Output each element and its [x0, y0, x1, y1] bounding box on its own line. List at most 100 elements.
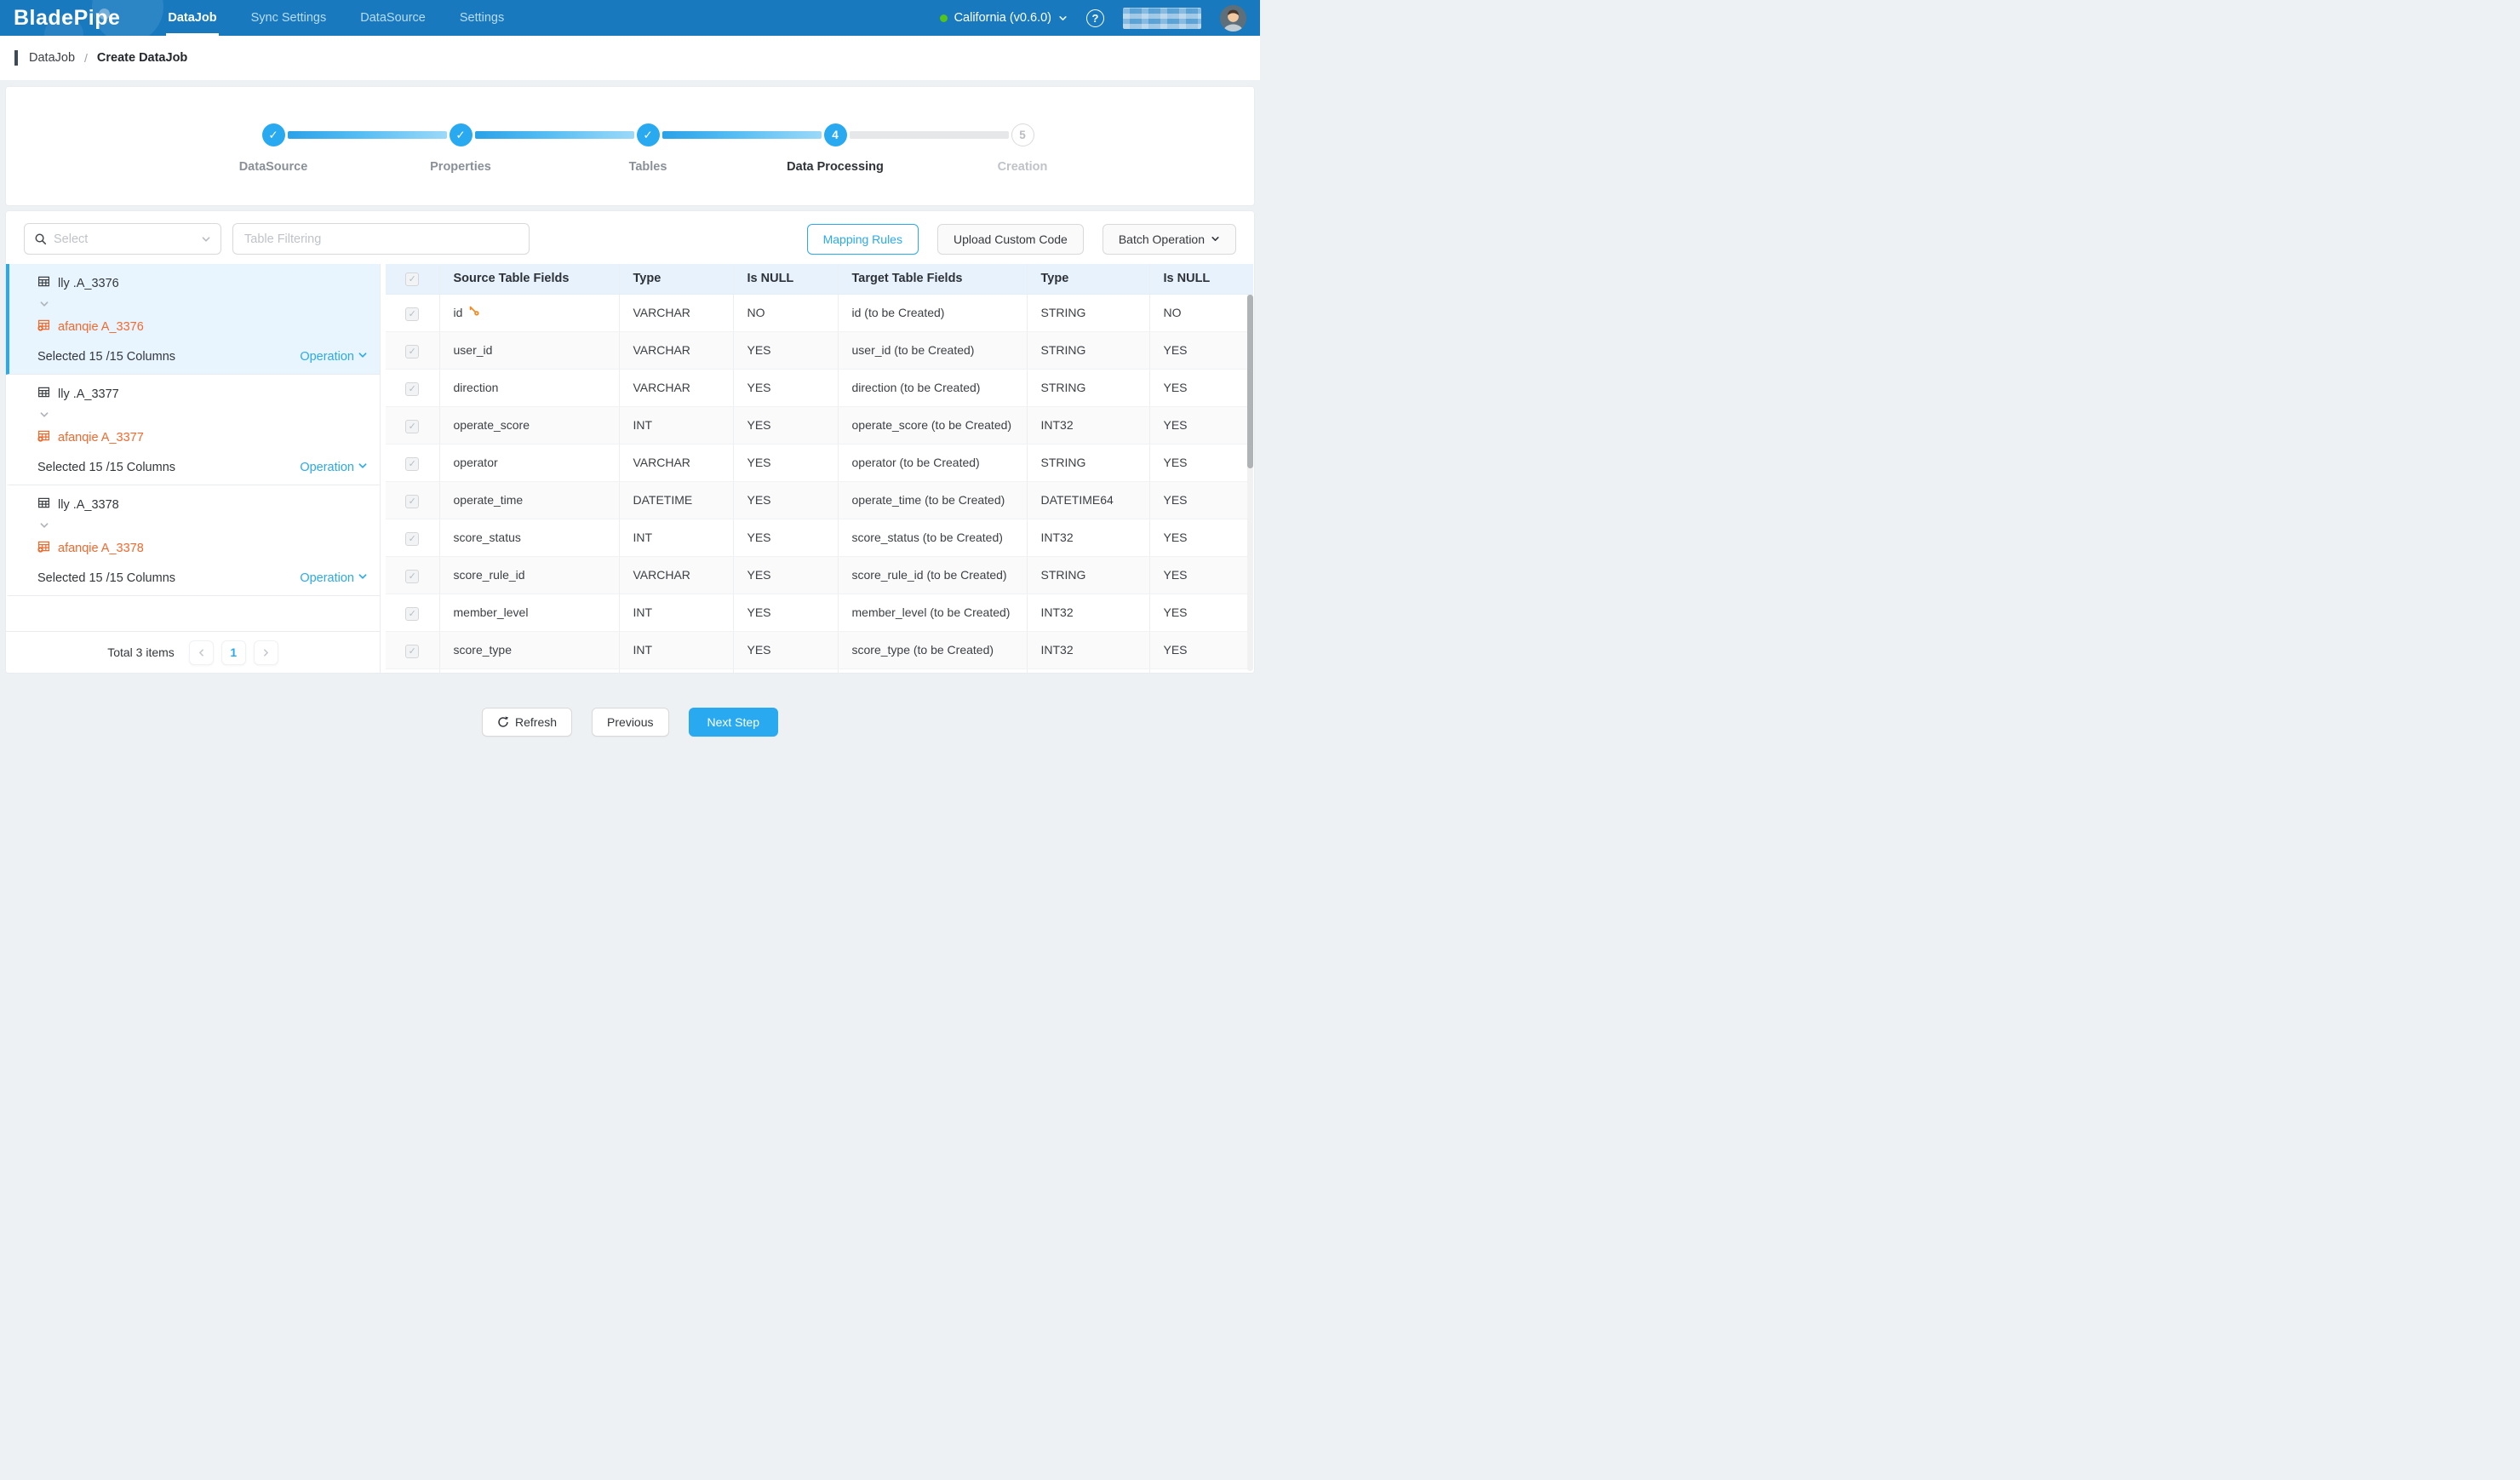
- source-table-name: lly .A_3376: [58, 277, 119, 290]
- table-scrollbar[interactable]: [1247, 294, 1253, 671]
- source-type-cell: VARCHAR: [619, 556, 733, 594]
- source-isnull-cell: NO: [733, 294, 838, 331]
- source-field-cell: operator: [439, 444, 619, 481]
- row-checkbox[interactable]: ✓: [405, 645, 419, 658]
- pagination-next-button[interactable]: [254, 640, 278, 665]
- nav-tab-settings[interactable]: Settings: [460, 0, 504, 36]
- select-all-checkbox[interactable]: ✓: [405, 272, 419, 286]
- row-checkbox[interactable]: ✓: [405, 420, 419, 433]
- select-placeholder: Select: [54, 232, 194, 246]
- source-field-cell: user_id: [439, 331, 619, 369]
- source-field: id: [454, 304, 609, 321]
- target-isnull-cell: YES: [1149, 444, 1253, 481]
- row-checkbox-cell: ✓: [386, 331, 439, 369]
- nav-tab-datasource[interactable]: DataSource: [360, 0, 426, 36]
- wizard-stepper: ✓DataSource✓Properties✓Tables4Data Proce…: [6, 87, 1254, 205]
- row-checkbox-cell: ✓: [386, 631, 439, 668]
- step-1-check-icon[interactable]: ✓: [262, 123, 285, 146]
- mapping-rules-button[interactable]: Mapping Rules: [807, 224, 919, 255]
- primary-key-icon: [468, 304, 480, 321]
- target-type-cell: STRING: [1027, 444, 1149, 481]
- step-connector: [850, 131, 1009, 139]
- target-isnull-cell: YES: [1149, 406, 1253, 444]
- target-table-name: afanqie A_3378: [58, 542, 144, 555]
- table-select-dropdown[interactable]: Select: [24, 223, 221, 255]
- step-label-datasource: DataSource: [239, 160, 308, 174]
- row-checkbox[interactable]: ✓: [405, 457, 419, 471]
- region-label: California (v0.6.0): [954, 11, 1051, 25]
- pagination-prev-button[interactable]: [189, 640, 214, 665]
- target-type-cell: INT32: [1027, 631, 1149, 668]
- source-field-name: operate_time: [454, 491, 524, 508]
- table-list-item[interactable]: lly .A_3377afanqie A_3377Selected 15 /15…: [6, 375, 380, 485]
- source-isnull-cell: YES: [733, 406, 838, 444]
- pagination-page-1[interactable]: 1: [221, 640, 246, 665]
- step-2-check-icon[interactable]: ✓: [450, 123, 472, 146]
- row-checkbox[interactable]: ✓: [405, 345, 419, 359]
- source-table-row: lly .A_3377: [37, 386, 368, 403]
- target-type-cell: INT32: [1027, 594, 1149, 631]
- source-field-cell: score_rule_id: [439, 556, 619, 594]
- target-field-cell: score_rule_id (to be Created): [838, 556, 1027, 594]
- refresh-button[interactable]: Refresh: [482, 708, 572, 737]
- row-checkbox[interactable]: ✓: [405, 495, 419, 508]
- batch-operation-button[interactable]: Batch Operation: [1102, 224, 1236, 255]
- table-list-item[interactable]: lly .A_3378afanqie A_3378Selected 15 /15…: [6, 485, 380, 596]
- operation-dropdown[interactable]: Operation: [300, 571, 368, 585]
- app-logo[interactable]: BladePipe: [14, 6, 120, 31]
- nav-tab-sync-settings[interactable]: Sync Settings: [251, 0, 327, 36]
- row-checkbox[interactable]: ✓: [405, 570, 419, 583]
- nav-tab-datajob[interactable]: DataJob: [168, 0, 216, 36]
- breadcrumb-parent[interactable]: DataJob: [29, 51, 75, 65]
- source-field: score_status: [454, 529, 609, 546]
- target-isnull-cell: YES: [1149, 369, 1253, 406]
- step-label-tables: Tables: [629, 160, 667, 174]
- table-list-item[interactable]: lly .A_3376afanqie A_3376Selected 15 /15…: [6, 264, 380, 375]
- previous-button[interactable]: Previous: [592, 708, 668, 737]
- col-source-isnull: Is NULL: [733, 264, 838, 294]
- field-row: ✓score_statusINTYESscore_status (to be C…: [386, 519, 1253, 556]
- source-isnull-cell: YES: [733, 594, 838, 631]
- row-checkbox[interactable]: ✓: [405, 307, 419, 321]
- field-row: ✓member_levelINTYESmember_level (to be C…: [386, 594, 1253, 631]
- field-row: ✓score_rule_idVARCHARYESscore_rule_id (t…: [386, 556, 1253, 594]
- next-step-button[interactable]: Next Step: [689, 708, 778, 737]
- target-type-cell: STRING: [1027, 331, 1149, 369]
- row-checkbox[interactable]: ✓: [405, 382, 419, 396]
- row-checkbox[interactable]: ✓: [405, 607, 419, 621]
- chevron-down-icon: [201, 234, 211, 244]
- col-source-type: Type: [619, 264, 733, 294]
- batch-operation-label: Batch Operation: [1119, 232, 1205, 246]
- target-isnull-cell: YES: [1149, 594, 1253, 631]
- row-checkbox-cell: ✓: [386, 594, 439, 631]
- user-avatar[interactable]: [1220, 5, 1246, 32]
- source-isnull-cell: YES: [733, 481, 838, 519]
- chevron-left-icon: [197, 648, 206, 657]
- source-isnull-cell: YES: [733, 369, 838, 406]
- step-3-check-icon[interactable]: ✓: [637, 123, 660, 146]
- help-icon[interactable]: ?: [1086, 9, 1104, 27]
- source-field: direction: [454, 379, 609, 396]
- operation-dropdown[interactable]: Operation: [300, 461, 368, 474]
- row-checkbox[interactable]: ✓: [405, 532, 419, 546]
- step-4-circle[interactable]: 4: [824, 123, 847, 146]
- col-target-fields: Target Table Fields: [838, 264, 1027, 294]
- source-field-name: user_id: [454, 341, 493, 359]
- region-selector[interactable]: California (v0.6.0): [940, 11, 1068, 25]
- list-empty-space: [6, 596, 380, 631]
- target-field-cell: operator (to be Created): [838, 444, 1027, 481]
- step-5-circle[interactable]: 5: [1011, 123, 1034, 146]
- step-label-creation: Creation: [998, 160, 1048, 174]
- source-isnull-cell: YES: [733, 444, 838, 481]
- table-list-panel: lly .A_3376afanqie A_3376Selected 15 /15…: [6, 264, 381, 673]
- source-field: score_type: [454, 641, 609, 658]
- table-filter-input[interactable]: [232, 223, 530, 255]
- operation-dropdown[interactable]: Operation: [300, 350, 368, 364]
- source-type-cell: INT: [619, 406, 733, 444]
- target-isnull-cell: YES: [1149, 519, 1253, 556]
- upload-custom-code-button[interactable]: Upload Custom Code: [937, 224, 1084, 255]
- target-field-cell: score_type (to be Created): [838, 631, 1027, 668]
- source-field-cell: operate_time: [439, 481, 619, 519]
- breadcrumb-accent-bar: [14, 50, 18, 66]
- scrollbar-thumb[interactable]: [1247, 295, 1253, 468]
